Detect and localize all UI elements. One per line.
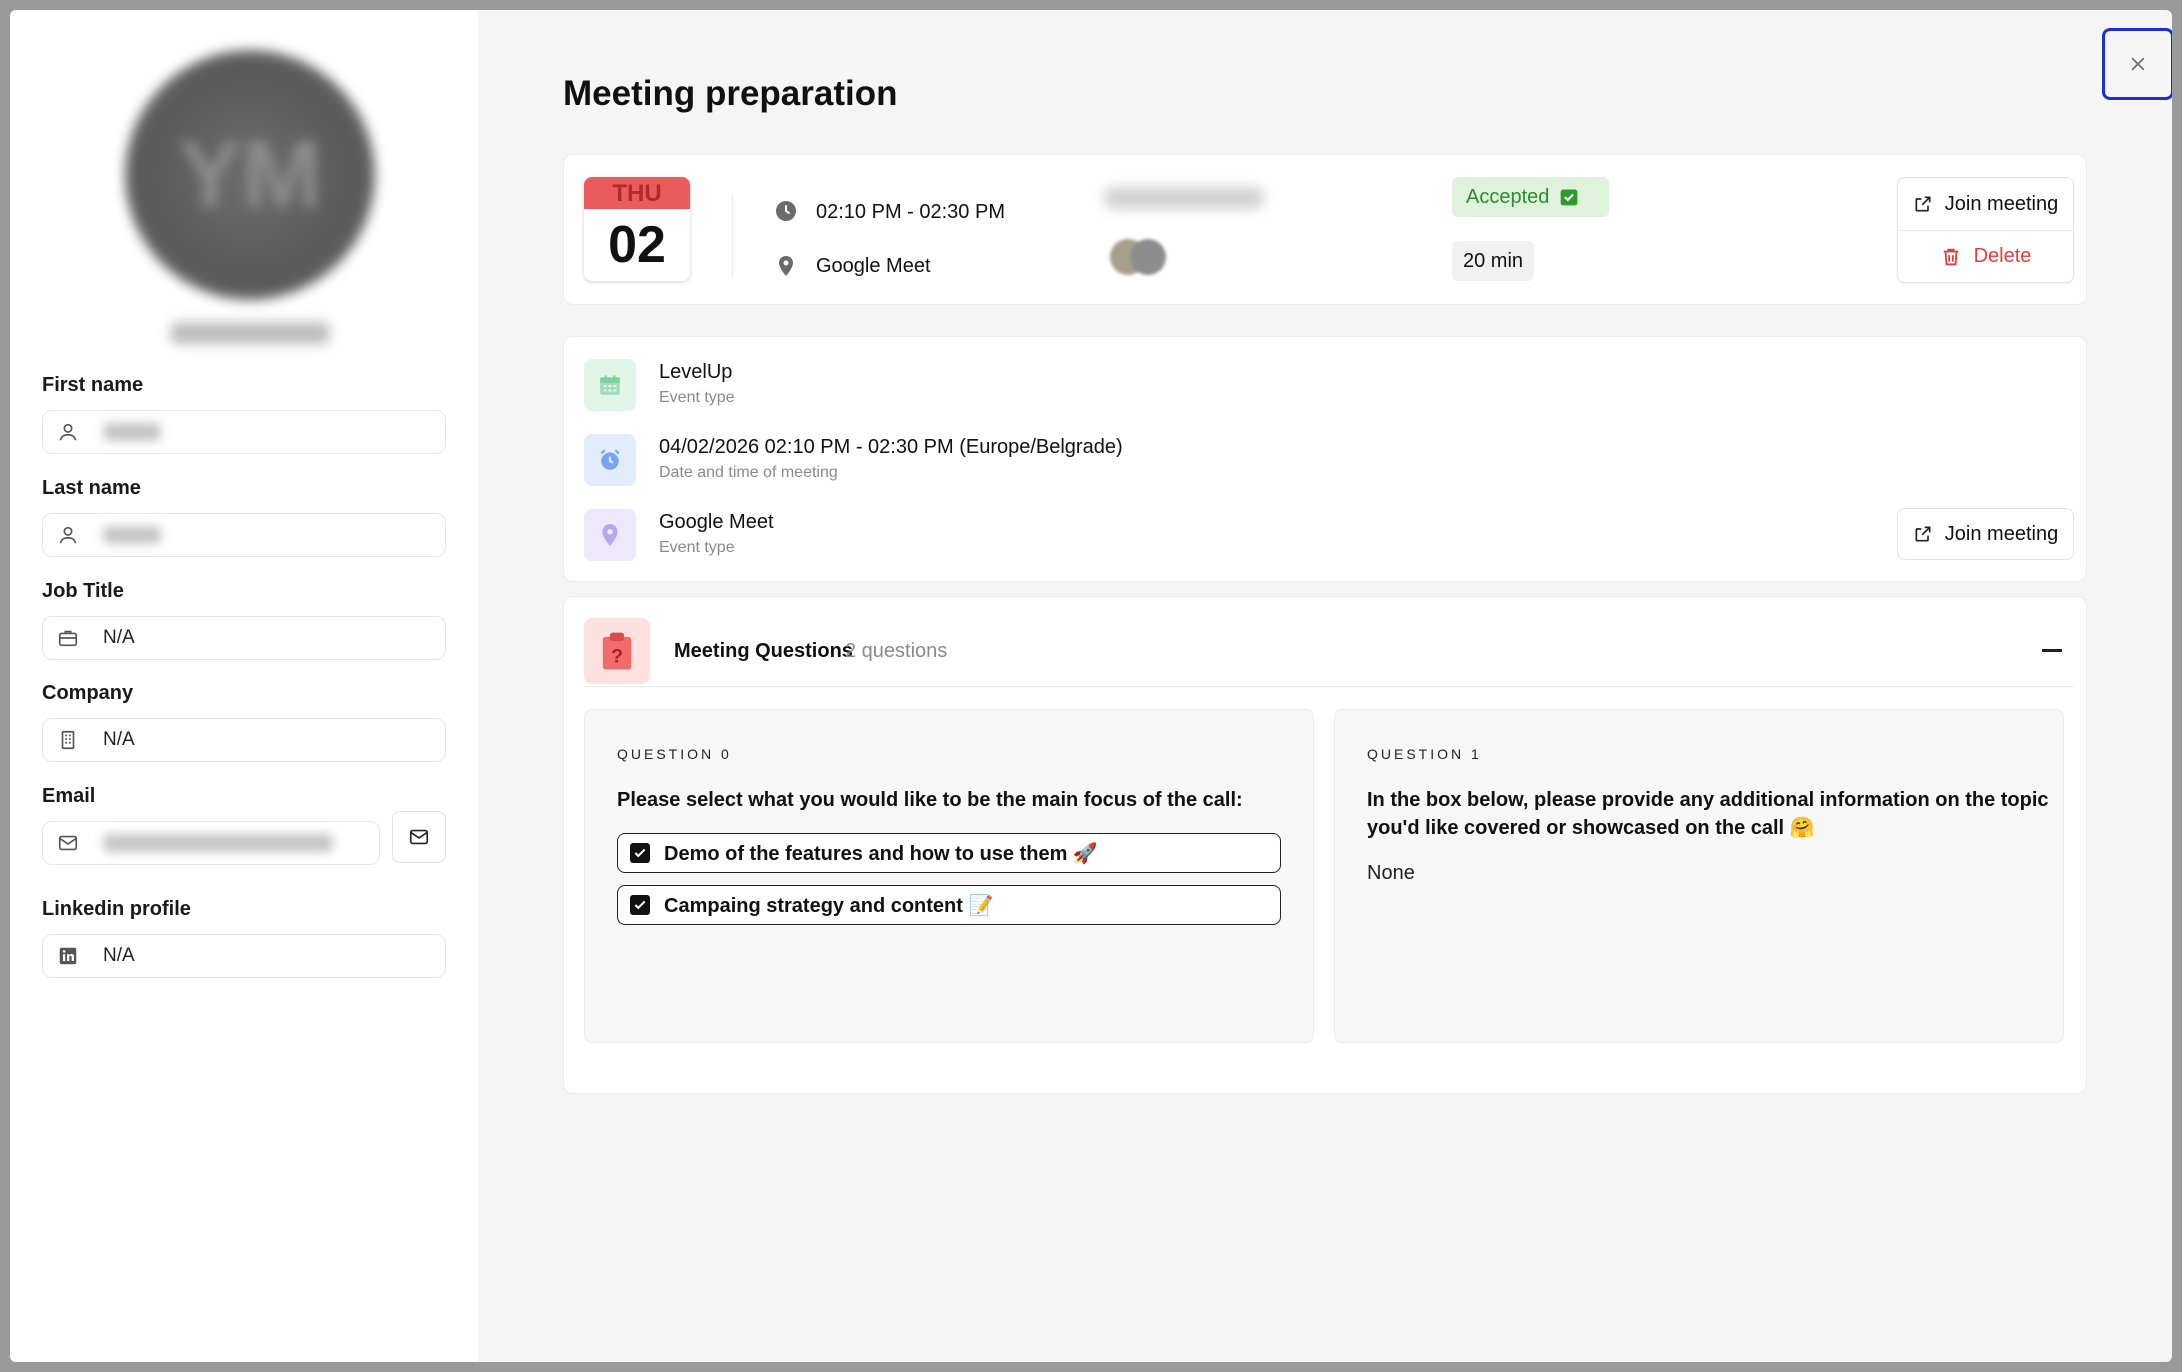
question-text: In the box below, please provide any add… [1367,786,2049,842]
location-icon-box [584,509,636,561]
linkedin-value: N/A [103,945,135,966]
datetime-value: 04/02/2026 02:10 PM - 02:30 PM (Europe/B… [659,436,1123,458]
svg-text:?: ? [611,645,623,667]
join-meeting-button[interactable]: Join meeting [1897,508,2074,560]
close-icon [2131,57,2145,71]
answer-option[interactable]: Campaing strategy and content 📝 [617,885,1281,925]
user-icon [55,522,81,548]
linkedin-label: Linkedin profile [42,898,191,920]
profile-name-redacted [170,322,330,344]
first-name-field[interactable] [42,410,446,454]
answer-option[interactable]: Demo of the features and how to use them… [617,833,1281,873]
event-type-icon-box [584,359,636,411]
profile-panel: YM First name Last name Job Title N/A Co… [10,10,478,1362]
checkbox-checked-icon [630,895,650,915]
meeting-actions: Join meeting Delete [1897,177,2074,283]
time-range: 02:10 PM - 02:30 PM [816,201,1005,223]
question-1-card: QUESTION 1 In the box below, please prov… [1334,709,2064,1043]
duration-badge: 20 min [1452,241,1534,281]
clock-icon [774,199,798,223]
close-button[interactable] [2102,28,2172,100]
last-name-label: Last name [42,477,141,499]
company-label: Company [42,682,134,704]
meeting-questions-card: ? Meeting Questions 2 questions QUESTION… [563,596,2087,1094]
briefcase-icon [55,625,81,651]
last-name-redacted [103,526,161,544]
question-answer: None [1367,862,1415,884]
email-field[interactable] [42,821,380,865]
trash-icon [1943,248,1958,265]
external-link-icon [1915,196,1931,212]
question-label: QUESTION 0 [617,746,732,762]
questions-count: 2 questions [845,640,948,662]
attendee-name-redacted [1104,187,1264,209]
weekday: THU [584,177,690,209]
answer-option-label: Campaing strategy and content 📝 [664,894,994,917]
date-calendar-badge: THU 02 [584,177,690,281]
user-icon [55,419,81,445]
company-field[interactable]: N/A [42,718,446,762]
job-title-value: N/A [103,627,135,648]
check-badge-icon [1561,189,1578,206]
question-text-line: you'd like covered or showcased on the c… [1367,817,1815,839]
last-name-field[interactable] [42,513,446,557]
event-type-caption: Event type [659,389,735,406]
linkedin-icon [55,943,81,969]
status-text: Accepted [1466,185,1550,208]
datetime-icon-box [584,434,636,486]
question-0-card: QUESTION 0 Please select what you would … [584,709,1314,1043]
delete-label: Delete [1973,245,2032,267]
checkbox-checked-icon [630,843,650,863]
event-type-value: LevelUp [659,361,733,383]
calendar-icon [600,375,620,395]
external-link-icon [1915,526,1931,542]
join-meeting-label: Join meeting [1944,192,2059,215]
join-meeting-label: Join meeting [1944,522,2059,545]
first-name-redacted [103,423,161,441]
job-title-label: Job Title [42,580,124,602]
delete-button[interactable]: Delete [1898,230,2073,282]
attendee-avatars [1110,239,1170,275]
avatar: YM [125,50,375,300]
email-label: Email [42,785,96,807]
location-icon [602,524,618,546]
send-email-button[interactable] [392,811,446,863]
day-number: 02 [608,216,666,274]
first-name-label: First name [42,374,144,396]
answer-option-label: Demo of the features and how to use them… [664,842,1098,865]
mail-icon [55,830,81,856]
meeting-modal: YM First name Last name Job Title N/A Co… [10,10,2172,1362]
alarm-icon [600,449,620,470]
meeting-summary-card: THU 02 02:10 PM - 02:30 PM Google Meet A… [563,154,2087,305]
clipboard-question-icon: ? [584,618,650,684]
page-title: Meeting preparation [563,74,898,113]
questions-title: Meeting Questions [674,640,853,662]
question-text-line: In the box below, please provide any add… [1367,789,2049,811]
job-title-field[interactable]: N/A [42,616,446,660]
location-value: Google Meet [659,511,774,533]
collapse-icon[interactable] [2042,649,2062,652]
datetime-caption: Date and time of meeting [659,464,838,481]
mail-icon [409,829,429,845]
avatar-initials: YM [178,121,322,228]
location-caption: Event type [659,539,735,556]
divider [732,195,733,277]
status-badge: Accepted [1452,177,1609,217]
meeting-location: Google Meet [816,255,931,277]
question-label: QUESTION 1 [1367,746,1482,762]
meeting-details-card: LevelUp Event type 04/02/2026 02:10 PM -… [563,336,2087,582]
location-pin-icon [774,254,798,278]
email-redacted [103,834,333,852]
linkedin-field[interactable]: N/A [42,934,446,978]
question-text: Please select what you would like to be … [617,789,1243,811]
join-meeting-button[interactable]: Join meeting [1898,178,2073,230]
divider [584,686,2074,687]
building-icon [55,727,81,753]
company-value: N/A [103,729,135,750]
avatar [1130,239,1166,275]
